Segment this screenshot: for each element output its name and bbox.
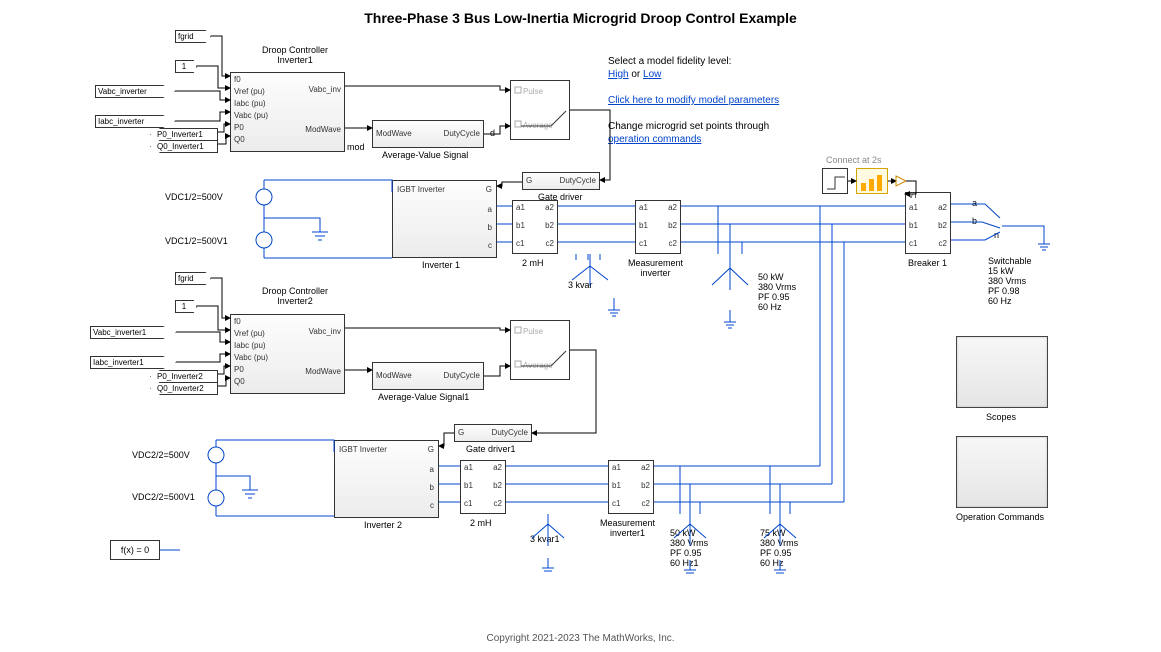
tag-p01[interactable]: P0_Inverter1 — [150, 128, 218, 141]
switchable-label: Switchable 15 kW 380 Vrms PF 0.98 60 Hz — [988, 256, 1032, 306]
avg2-label: Average-Value Signal1 — [378, 392, 469, 402]
cap1-label: 3 kvar — [568, 280, 593, 290]
abc-b: b — [972, 216, 977, 226]
vdc2a-label: VDC2/2=500V — [132, 450, 190, 460]
solver-block[interactable]: f(x) = 0 — [110, 540, 160, 560]
avg1-d: d — [490, 128, 495, 138]
link-low[interactable]: Low — [643, 69, 661, 80]
tag-one1[interactable]: 1 — [175, 60, 197, 73]
signal-spec-block[interactable] — [856, 168, 888, 194]
scopes-label: Scopes — [986, 412, 1016, 422]
tag-fgrid1[interactable]: fgrid — [175, 30, 211, 43]
vdc2b-label: VDC2/2=500V1 — [132, 492, 195, 502]
inductor-2[interactable]: a1 a2 b1 b2 c1 c2 — [460, 460, 506, 514]
variant-2[interactable]: Pulse Average — [510, 320, 570, 380]
droop1-mod: mod — [347, 142, 365, 152]
inductor-1[interactable]: a1 a2 b1 b2 c1 c2 — [512, 200, 558, 254]
avg-value-signal-1[interactable]: ModWave DutyCycle — [372, 120, 484, 148]
igbt-inverter-2[interactable]: IGBT Inverter G a b c — [334, 440, 439, 518]
step-block[interactable] — [822, 168, 848, 194]
droop-controller-2[interactable]: f0 Vref (pu) Iabc (pu) Vabc (pu) P0 Q0 V… — [230, 314, 345, 394]
abc-a: a — [972, 198, 977, 208]
tag-iabc1[interactable]: Iabc_inverter — [95, 115, 175, 128]
neutral-n: n — [994, 230, 999, 240]
meas2-label: Measurement inverter1 — [600, 518, 655, 538]
avg-value-signal-2[interactable]: ModWave DutyCycle — [372, 362, 484, 390]
load1-label: 50 kW 380 Vrms PF 0.95 60 Hz — [758, 272, 796, 312]
vdc1b-label: VDC1/2=500V1 — [165, 236, 228, 246]
droop2-title: Droop Controller Inverter2 — [250, 286, 340, 306]
gate-driver-2[interactable]: G DutyCycle — [454, 424, 532, 442]
cap2-label: 3 kvar1 — [530, 534, 560, 544]
avg1-label: Average-Value Signal — [382, 150, 468, 160]
connect2s-label: Connect at 2s — [826, 155, 882, 165]
inductor1-label: 2 mH — [522, 258, 544, 268]
variant-1[interactable]: Pulse Average — [510, 80, 570, 140]
copyright: Copyright 2021-2023 The MathWorks, Inc. — [0, 633, 1161, 644]
tag-iabc2[interactable]: Iabc_inverter1 — [90, 356, 176, 369]
breaker-1[interactable]: vT a1 a2 b1 b2 c1 c2 — [905, 192, 951, 254]
meas1-label: Measurement inverter — [628, 258, 683, 278]
breaker-label: Breaker 1 — [908, 258, 947, 268]
link-modify-params[interactable]: Click here to modify model parameters — [608, 95, 779, 106]
measurement-1[interactable]: a1 a2 b1 b2 c1 c2 — [635, 200, 681, 254]
droop-controller-1[interactable]: f0 Vref (pu) Iabc (pu) Vabc (pu) P0 Q0 V… — [230, 72, 345, 152]
load2-label: 50 kW 380 Vrms PF 0.95 60 Hz1 — [670, 528, 708, 568]
tag-q01[interactable]: Q0_Inverter1 — [150, 140, 218, 153]
vdc1a-label: VDC1/2=500V — [165, 192, 223, 202]
inverter1-label: Inverter 1 — [422, 260, 460, 270]
op-commands-subsystem[interactable] — [956, 436, 1048, 508]
opcommands-label: Operation Commands — [956, 512, 1044, 522]
measurement-2[interactable]: a1 a2 b1 b2 c1 c2 — [608, 460, 654, 514]
load3-label: 75 kW 380 Vrms PF 0.95 60 Hz — [760, 528, 798, 568]
inductor2-label: 2 mH — [470, 518, 492, 528]
link-op-commands[interactable]: operation commands — [608, 134, 701, 145]
diagram-title: Three-Phase 3 Bus Low-Inertia Microgrid … — [0, 10, 1161, 26]
tag-vabc2[interactable]: Vabc_inverter1 — [90, 326, 176, 339]
inverter2-label: Inverter 2 — [364, 520, 402, 530]
info-text: Select a model fidelity level: High or L… — [608, 55, 848, 146]
tag-fgrid2[interactable]: fgrid — [175, 272, 211, 285]
tag-one2[interactable]: 1 — [175, 300, 197, 313]
tag-p02[interactable]: P0_Inverter2 — [150, 370, 218, 383]
droop1-title: Droop Controller Inverter1 — [250, 45, 340, 65]
tag-q02[interactable]: Q0_Inverter2 — [150, 382, 218, 395]
gate2-label: Gate driver1 — [466, 444, 516, 454]
tag-vabc1[interactable]: Vabc_inverter — [95, 85, 175, 98]
igbt-inverter-1[interactable]: IGBT Inverter G a b c — [392, 180, 497, 258]
scopes-subsystem[interactable] — [956, 336, 1048, 408]
gate-driver-1[interactable]: G DutyCycle — [522, 172, 600, 190]
link-high[interactable]: High — [608, 69, 629, 80]
